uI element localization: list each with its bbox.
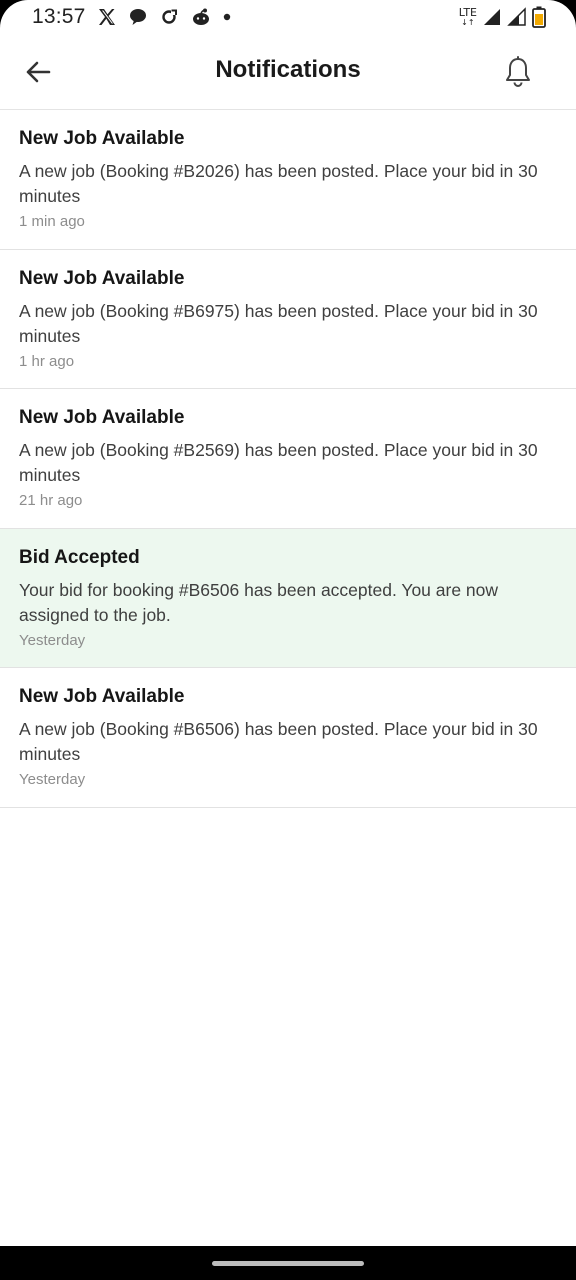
notification-list: New Job Available A new job (Booking #B2… — [0, 110, 576, 808]
signal-icon — [482, 7, 502, 27]
app-header: Notifications — [0, 34, 576, 110]
notification-body: A new job (Booking #B6506) has been post… — [19, 719, 538, 764]
page-title: Notifications — [215, 56, 361, 83]
notification-item[interactable]: New Job Available A new job (Booking #B6… — [0, 668, 576, 808]
reddit-icon — [190, 7, 212, 27]
notification-title: Bid Accepted — [19, 546, 140, 568]
notification-time: Yesterday — [19, 631, 86, 649]
signal-partial-icon — [507, 7, 527, 27]
status-time: 13:57 — [32, 5, 86, 28]
notification-body: A new job (Booking #B2569) has been post… — [19, 440, 538, 485]
status-bar: 13:57 LTE ↓↑ — [0, 0, 576, 34]
status-bar-left: 13:57 — [32, 5, 231, 29]
notification-item-highlighted[interactable]: Bid Accepted Your bid for booking #B6506… — [0, 528, 576, 668]
battery-icon — [532, 6, 546, 28]
notification-time: 21 hr ago — [19, 492, 83, 509]
x-icon — [97, 7, 117, 27]
network-type-label: LTE ↓↑ — [458, 5, 477, 27]
notification-title: New Job Available — [19, 686, 185, 707]
notification-time: 1 hr ago — [19, 352, 75, 370]
home-gesture-handle[interactable] — [212, 1261, 364, 1266]
chat-bubble-icon — [128, 7, 148, 27]
notifications-bell-button[interactable] — [498, 52, 538, 92]
notification-time: Yesterday — [19, 771, 86, 788]
notification-title: New Job Available — [19, 128, 185, 149]
dot-icon — [223, 13, 231, 21]
system-navigation-bar — [0, 1246, 576, 1280]
notification-item[interactable]: New Job Available A new job (Booking #B6… — [0, 249, 576, 389]
notification-title: New Job Available — [19, 267, 185, 289]
notification-item[interactable]: New Job Available A new job (Booking #B2… — [0, 389, 576, 529]
bell-icon — [503, 56, 533, 88]
sync-icon — [159, 7, 179, 27]
notification-time: 1 min ago — [19, 213, 85, 230]
status-bar-right: LTE ↓↑ — [459, 6, 546, 28]
notification-body: A new job (Booking #B6975) has been post… — [19, 300, 538, 346]
notification-body: Your bid for booking #B6506 has been acc… — [19, 579, 499, 625]
notification-item[interactable]: New Job Available A new job (Booking #B2… — [0, 110, 576, 250]
app-screen: 13:57 LTE ↓↑ Notifications New Job Avail… — [0, 0, 576, 1246]
notification-title: New Job Available — [19, 407, 185, 428]
notification-body: A new job (Booking #B2026) has been post… — [19, 161, 538, 206]
